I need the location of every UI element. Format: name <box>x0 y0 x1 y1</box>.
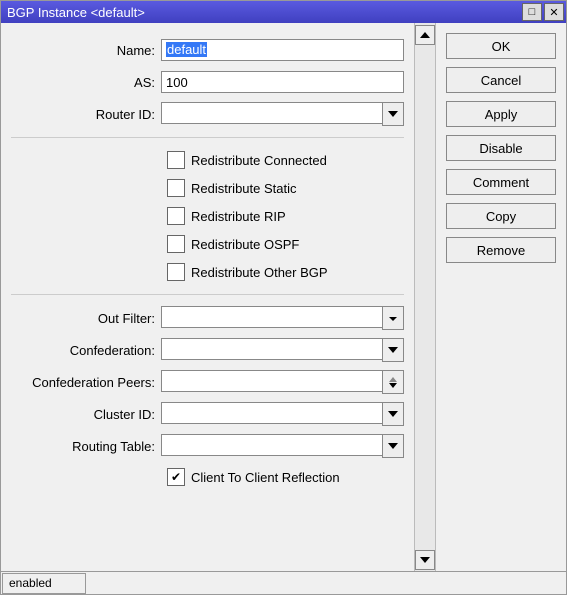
row-clusterid: Cluster ID: <box>1 399 414 429</box>
confederation-combo[interactable] <box>161 338 404 362</box>
row-redist-otherbgp: Redistribute Other BGP <box>1 258 414 286</box>
outfilter-input[interactable] <box>161 306 382 328</box>
redist-static-checkbox[interactable] <box>167 179 185 197</box>
redist-ospf-checkbox[interactable] <box>167 235 185 253</box>
chevron-up-icon <box>389 377 397 382</box>
chevron-down-icon <box>388 111 398 117</box>
confederation-label: Confederation: <box>1 343 161 358</box>
redist-ospf-label: Redistribute OSPF <box>191 237 299 252</box>
chevron-down-icon <box>388 443 398 449</box>
routerid-combo[interactable] <box>161 102 404 126</box>
confedpeers-combo[interactable] <box>161 370 404 394</box>
row-outfilter: Out Filter: <box>1 303 414 333</box>
titlebar: BGP Instance <default> □ ✕ <box>1 1 566 23</box>
row-redist-connected: Redistribute Connected <box>1 146 414 174</box>
client-reflection-label: Client To Client Reflection <box>191 470 340 485</box>
client-reflection-checkbox[interactable] <box>167 468 185 486</box>
clusterid-dropdown-button[interactable] <box>382 402 404 426</box>
window-body: Name: default AS: Router ID: <box>1 23 566 572</box>
row-routingtable: Routing Table: <box>1 431 414 461</box>
row-confederation: Confederation: <box>1 335 414 365</box>
name-input[interactable] <box>161 39 404 61</box>
comment-button[interactable]: Comment <box>446 169 556 195</box>
maximize-icon: □ <box>529 6 536 18</box>
statusbar: enabled <box>1 571 566 594</box>
chevron-down-icon <box>389 383 397 388</box>
confederation-dropdown-button[interactable] <box>382 338 404 362</box>
confederation-input[interactable] <box>161 338 382 360</box>
cancel-button[interactable]: Cancel <box>446 67 556 93</box>
disable-button[interactable]: Disable <box>446 135 556 161</box>
separator <box>11 294 404 295</box>
row-confedpeers: Confederation Peers: <box>1 367 414 397</box>
confedpeers-spinner[interactable] <box>382 370 404 394</box>
separator <box>11 137 404 138</box>
remove-button[interactable]: Remove <box>446 237 556 263</box>
row-redist-static: Redistribute Static <box>1 174 414 202</box>
redist-rip-checkbox[interactable] <box>167 207 185 225</box>
routerid-input[interactable] <box>161 102 382 124</box>
redist-static-label: Redistribute Static <box>191 181 297 196</box>
chevron-down-icon <box>420 557 430 563</box>
redist-otherbgp-checkbox[interactable] <box>167 263 185 281</box>
ok-button[interactable]: OK <box>446 33 556 59</box>
scroll-down-button[interactable] <box>415 550 435 570</box>
row-client-reflection: Client To Client Reflection <box>1 463 414 491</box>
confedpeers-input[interactable] <box>161 370 382 392</box>
status-text: enabled <box>2 573 86 594</box>
routerid-dropdown-button[interactable] <box>382 102 404 126</box>
chevron-up-icon <box>420 32 430 38</box>
redist-otherbgp-label: Redistribute Other BGP <box>191 265 328 280</box>
routingtable-label: Routing Table: <box>1 439 161 454</box>
button-column: OK Cancel Apply Disable Comment Copy Rem… <box>436 23 566 572</box>
confedpeers-label: Confederation Peers: <box>1 375 161 390</box>
routingtable-combo[interactable] <box>161 434 404 458</box>
close-button[interactable]: ✕ <box>544 3 564 21</box>
chevron-down-icon <box>388 411 398 417</box>
redist-connected-checkbox[interactable] <box>167 151 185 169</box>
maximize-button[interactable]: □ <box>522 3 542 21</box>
clusterid-input[interactable] <box>161 402 382 424</box>
clusterid-label: Cluster ID: <box>1 407 161 422</box>
row-name: Name: default <box>1 35 414 65</box>
expand-icon <box>389 316 397 321</box>
clusterid-combo[interactable] <box>161 402 404 426</box>
as-input[interactable] <box>161 71 404 93</box>
bgp-instance-window: BGP Instance <default> □ ✕ Name: default… <box>0 0 567 595</box>
routerid-label: Router ID: <box>1 107 161 122</box>
routingtable-input[interactable] <box>161 434 382 456</box>
row-routerid: Router ID: <box>1 99 414 129</box>
outfilter-expand-button[interactable] <box>382 306 404 330</box>
row-redist-rip: Redistribute RIP <box>1 202 414 230</box>
scroll-up-button[interactable] <box>415 25 435 45</box>
apply-button[interactable]: Apply <box>446 101 556 127</box>
outfilter-combo[interactable] <box>161 306 404 330</box>
name-label: Name: <box>1 43 161 58</box>
window-title: BGP Instance <default> <box>7 5 520 20</box>
chevron-down-icon <box>388 347 398 353</box>
vertical-scrollbar[interactable] <box>414 23 436 572</box>
redist-connected-label: Redistribute Connected <box>191 153 327 168</box>
close-icon: ✕ <box>549 6 558 19</box>
routingtable-dropdown-button[interactable] <box>382 434 404 458</box>
row-as: AS: <box>1 67 414 97</box>
row-redist-ospf: Redistribute OSPF <box>1 230 414 258</box>
outfilter-label: Out Filter: <box>1 311 161 326</box>
as-label: AS: <box>1 75 161 90</box>
form-area: Name: default AS: Router ID: <box>1 23 414 572</box>
redist-rip-label: Redistribute RIP <box>191 209 286 224</box>
copy-button[interactable]: Copy <box>446 203 556 229</box>
